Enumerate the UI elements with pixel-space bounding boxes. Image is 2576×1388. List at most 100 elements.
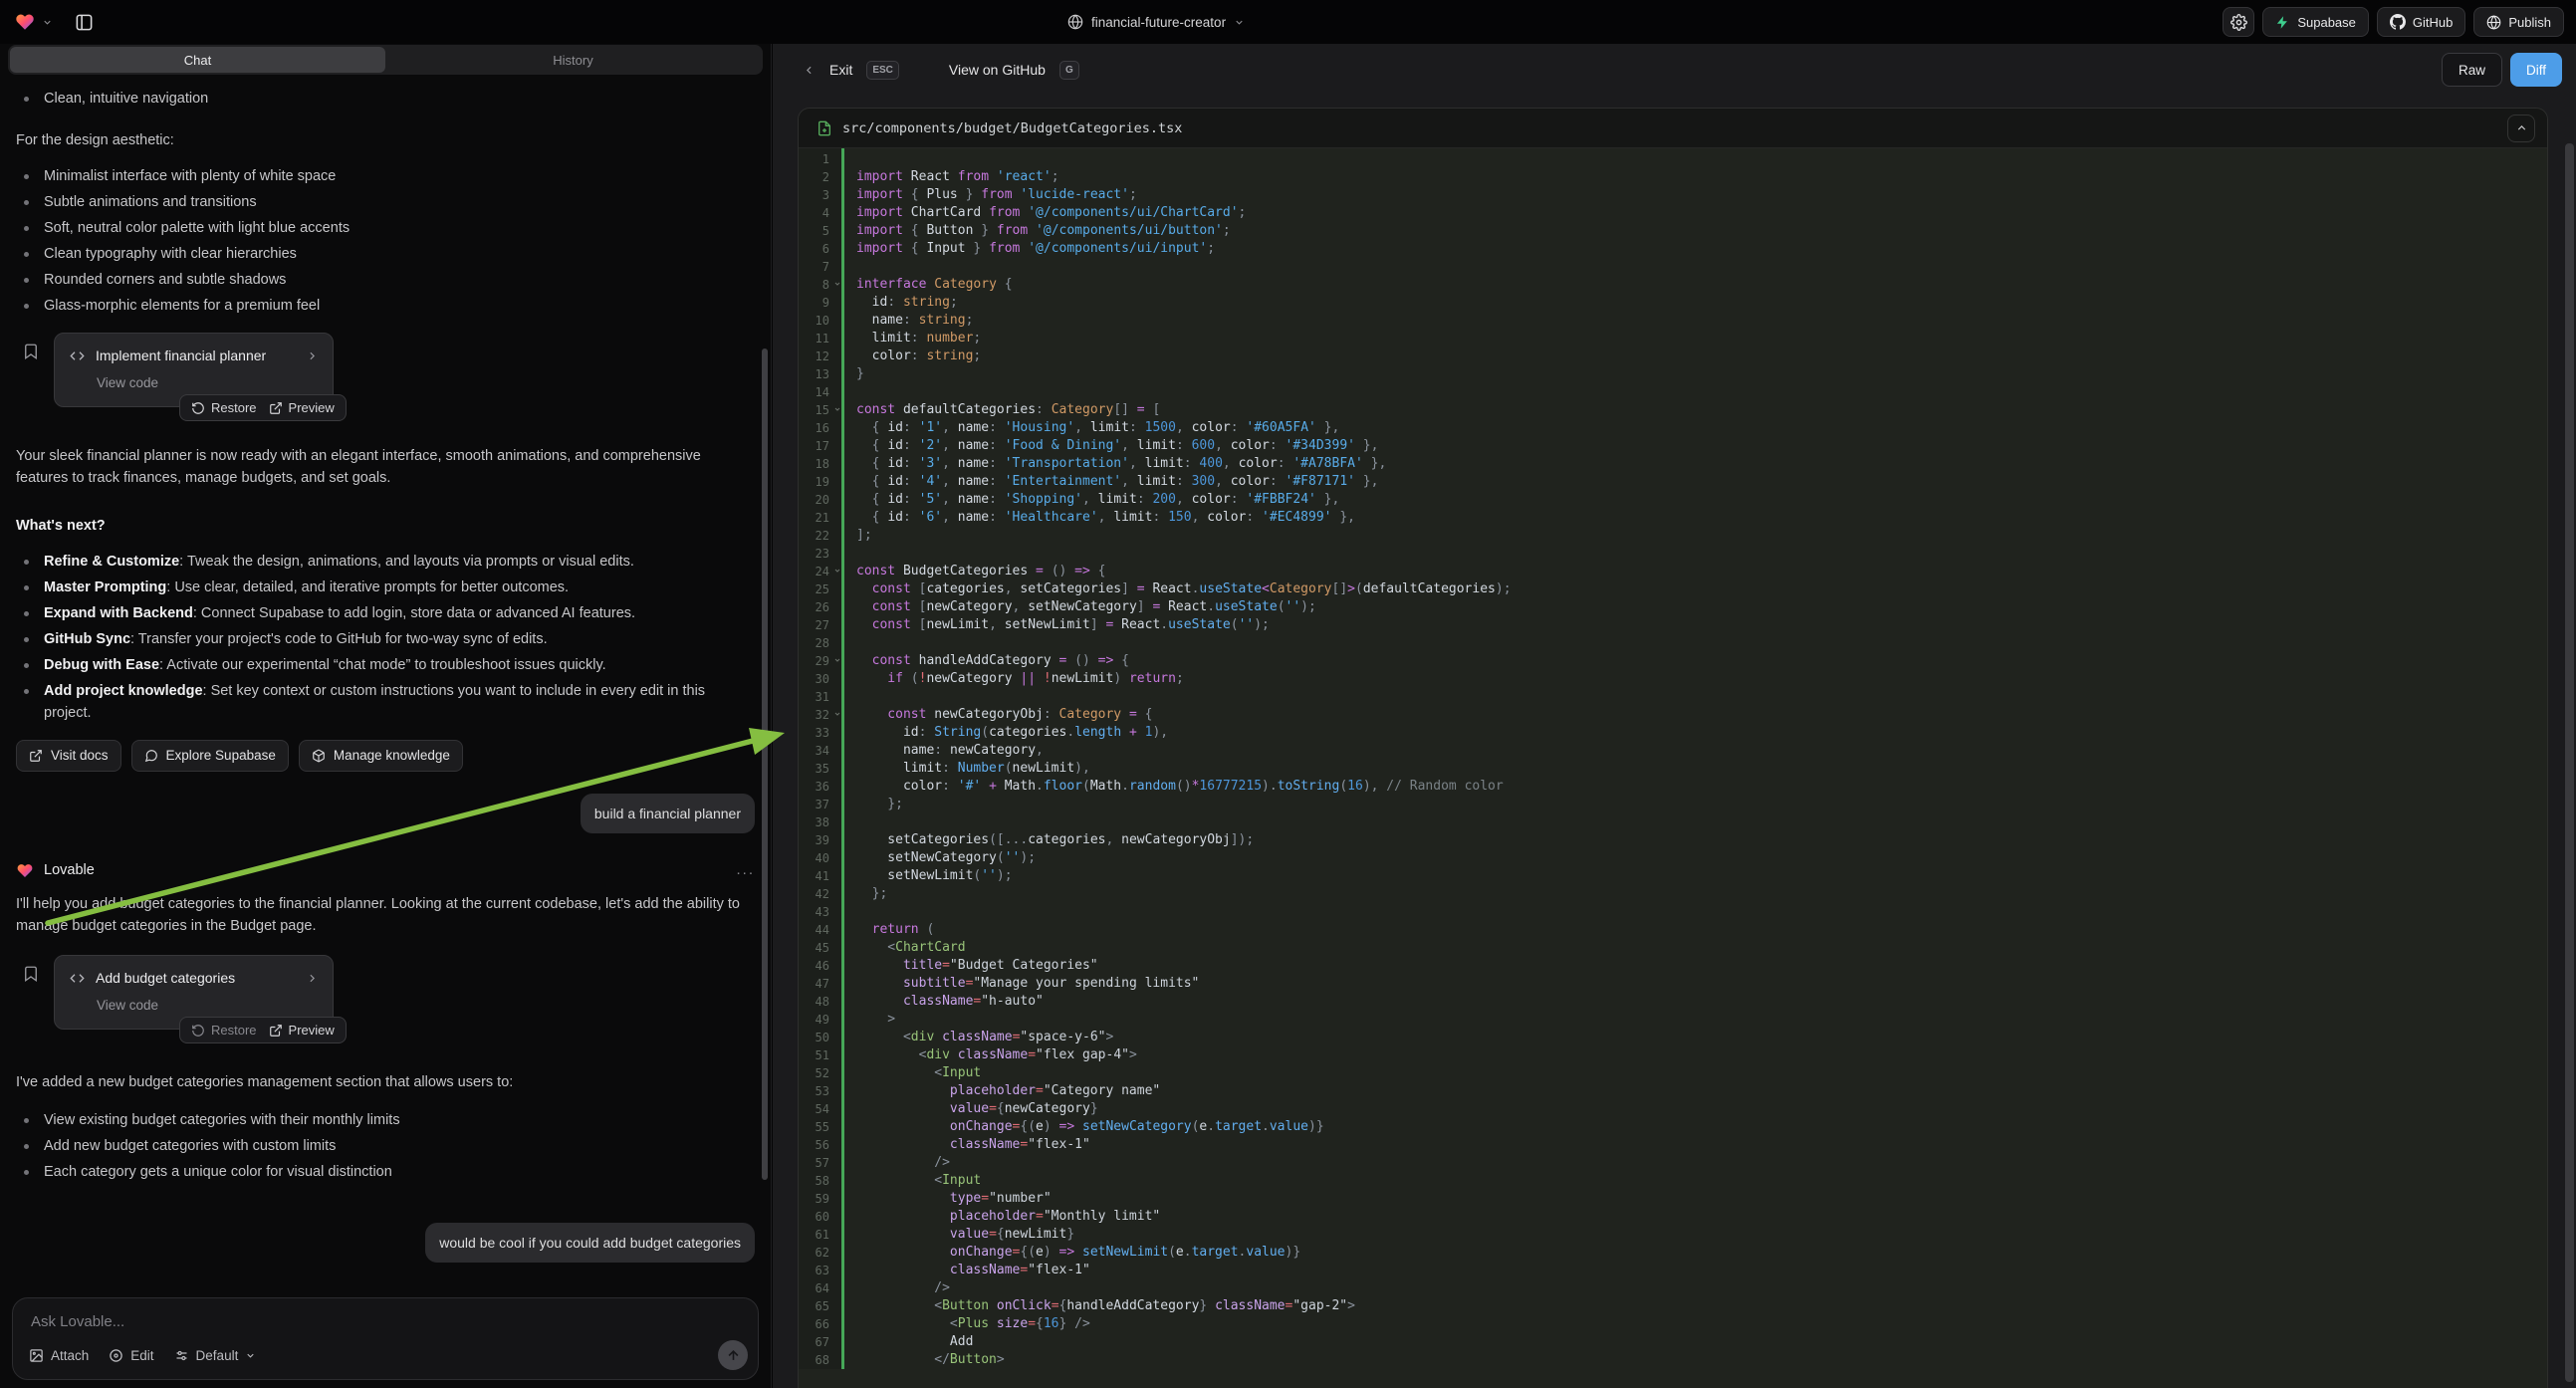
code-line-content: import React from 'react';: [841, 168, 1059, 186]
chat-input[interactable]: [13, 1298, 721, 1330]
line-number: 22: [799, 527, 841, 545]
code-line-content: import { Input } from '@/components/ui/i…: [841, 240, 1215, 258]
code-line: 44 return (: [799, 921, 2547, 939]
line-number: 28: [799, 634, 841, 652]
preview-button[interactable]: Preview: [269, 397, 335, 419]
view-on-github-button[interactable]: View on GitHub: [949, 62, 1046, 78]
publish-button[interactable]: Publish: [2473, 7, 2564, 37]
code-line: 49 >: [799, 1011, 2547, 1029]
tab-chat[interactable]: Chat: [10, 47, 385, 73]
line-number: 31: [799, 688, 841, 706]
fold-chevron-icon[interactable]: [833, 280, 841, 288]
chat-scrollbar[interactable]: [762, 348, 768, 1180]
code-line-content: import ChartCard from '@/components/ui/C…: [841, 204, 1246, 222]
next-step-item: Expand with Backend: Connect Supabase to…: [16, 602, 755, 624]
line-number: 11: [799, 330, 841, 347]
fold-chevron-icon[interactable]: [833, 405, 841, 413]
line-number: 42: [799, 885, 841, 903]
code-line: 6import { Input } from '@/components/ui/…: [799, 240, 2547, 258]
code-line: 34 name: newCategory,: [799, 742, 2547, 760]
sidebar-toggle-icon[interactable]: [69, 7, 99, 37]
visit-docs-button[interactable]: Visit docs: [16, 740, 121, 772]
tab-history[interactable]: History: [385, 47, 761, 73]
code-editor[interactable]: 12import React from 'react';3import { Pl…: [799, 148, 2547, 1369]
code-line-content: <Button onClick={handleAddCategory} clas…: [841, 1297, 1355, 1315]
chevron-down-icon: [245, 1350, 256, 1361]
bookmark-icon[interactable]: [22, 965, 40, 983]
line-number: 52: [799, 1064, 841, 1082]
code-line-content: id: string;: [841, 294, 958, 312]
supabase-button[interactable]: Supabase: [2262, 7, 2369, 37]
line-number: 67: [799, 1333, 841, 1351]
project-switcher[interactable]: financial-future-creator: [1067, 0, 1245, 44]
gear-icon: [2230, 14, 2247, 31]
code-line: 22];: [799, 527, 2547, 545]
bullet-item: Clean typography with clear hierarchies: [16, 243, 755, 265]
view-code-link[interactable]: View code: [97, 995, 319, 1017]
code-line-content: };: [841, 796, 903, 813]
fold-chevron-icon[interactable]: [833, 656, 841, 664]
code-line: 4import ChartCard from '@/components/ui/…: [799, 204, 2547, 222]
arrow-up-icon: [726, 1348, 741, 1363]
added-features-list: View existing budget categories with the…: [16, 1109, 755, 1183]
attach-button[interactable]: Attach: [29, 1348, 89, 1363]
line-number: 53: [799, 1082, 841, 1100]
attach-label: Attach: [51, 1348, 89, 1363]
next-step-item: Master Prompting: Use clear, detailed, a…: [16, 577, 755, 598]
code-line-content: placeholder="Monthly limit": [841, 1208, 1160, 1226]
diff-button[interactable]: Diff: [2510, 53, 2562, 87]
line-number: 26: [799, 598, 841, 616]
model-select[interactable]: Default: [174, 1348, 257, 1363]
code-line: 59 type="number": [799, 1190, 2547, 1208]
code-line-content: type="number": [841, 1190, 1052, 1208]
bullet-item: Minimalist interface with plenty of whit…: [16, 165, 755, 187]
code-line: 20 { id: '5', name: 'Shopping', limit: 2…: [799, 491, 2547, 509]
line-number: 13: [799, 365, 841, 383]
manage-knowledge-button[interactable]: Manage knowledge: [299, 740, 463, 772]
line-number: 36: [799, 778, 841, 796]
code-line-content: { id: '6', name: 'Healthcare', limit: 15…: [841, 509, 1355, 527]
view-code-link[interactable]: View code: [97, 372, 319, 394]
settings-button[interactable]: [2223, 7, 2254, 37]
code-line-content: onChange={(e) => setNewLimit(e.target.va…: [841, 1244, 1300, 1262]
code-line-content: [841, 903, 856, 921]
chat-scroll-area[interactable]: Clean, intuitive navigation For the desi…: [0, 80, 771, 1296]
raw-button[interactable]: Raw: [2442, 53, 2502, 87]
file-header[interactable]: src/components/budget/BudgetCategories.t…: [799, 109, 2547, 148]
code-line-content: value={newLimit}: [841, 1226, 1074, 1244]
chevron-down-icon[interactable]: [42, 17, 53, 28]
top-bar: financial-future-creator Supabase GitHub: [0, 0, 2576, 44]
fold-chevron-icon[interactable]: [833, 710, 841, 718]
code-line-content: />: [841, 1279, 950, 1297]
message-menu-button[interactable]: ...: [736, 859, 755, 881]
send-button[interactable]: [718, 1340, 748, 1370]
code-line: 7: [799, 258, 2547, 276]
bullet-item: Glass-morphic elements for a premium fee…: [16, 295, 755, 317]
explore-supabase-button[interactable]: Explore Supabase: [131, 740, 289, 772]
edit-mode-button[interactable]: Edit: [109, 1348, 153, 1363]
chevron-right-icon: [306, 972, 319, 985]
code-line: 5import { Button } from '@/components/ui…: [799, 222, 2547, 240]
lovable-logo-icon[interactable]: [14, 12, 36, 32]
code-line-content: if (!newCategory || !newLimit) return;: [841, 670, 1184, 688]
preview-button[interactable]: Preview: [269, 1020, 335, 1041]
restore-button[interactable]: Restore: [191, 397, 257, 419]
fold-chevron-icon[interactable]: [833, 567, 841, 575]
g-key-badge: G: [1059, 61, 1079, 80]
exit-button[interactable]: Exit: [829, 62, 852, 78]
bullet-item: View existing budget categories with the…: [16, 1109, 755, 1131]
bookmark-icon[interactable]: [22, 343, 40, 360]
user-message: would be cool if you could add budget ca…: [425, 1223, 755, 1263]
code-line: 13}: [799, 365, 2547, 383]
github-button[interactable]: GitHub: [2377, 7, 2465, 37]
code-line: 14: [799, 383, 2547, 401]
collapse-file-button[interactable]: [2507, 115, 2535, 142]
code-line: 12 color: string;: [799, 347, 2547, 365]
code-line: 35 limit: Number(newLimit),: [799, 760, 2547, 778]
line-number: 60: [799, 1208, 841, 1226]
code-line: 9 id: string;: [799, 294, 2547, 312]
code-scrollbar[interactable]: [2565, 143, 2574, 1382]
restore-button[interactable]: Restore: [191, 1020, 257, 1041]
chevron-left-icon[interactable]: [803, 64, 816, 77]
line-number: 47: [799, 975, 841, 993]
